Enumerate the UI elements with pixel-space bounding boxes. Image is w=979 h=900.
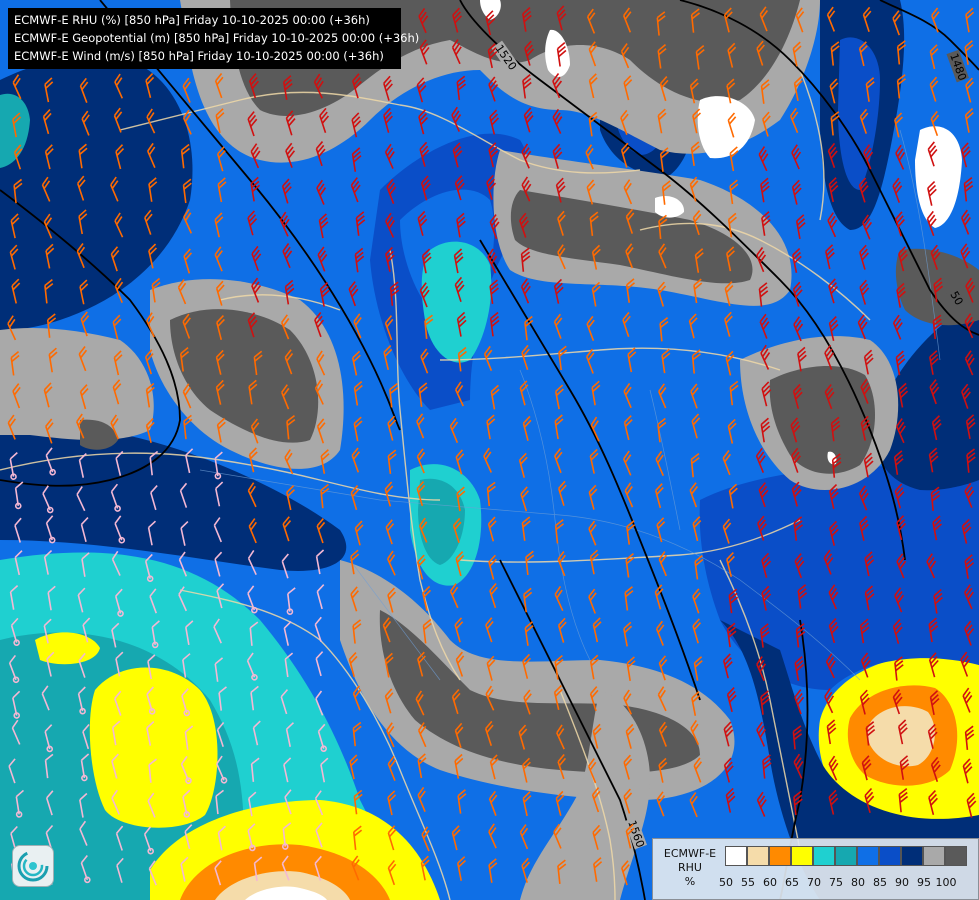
legend-swatch [923,846,945,866]
title-wind: ECMWF-E Wind (m/s) [850 hPa] Friday 10-1… [14,49,384,63]
color-legend: ECMWF-E RHU % 50 55 60 65 70 75 80 85 90 95 100 [652,838,979,900]
legend-model: ECMWF-E [663,847,717,860]
legend-tick-label: 50 [719,876,733,889]
ecmwf-swirl-icon [12,845,54,887]
legend-swatches [725,846,967,866]
legend-title: ECMWF-E RHU % [657,847,723,889]
legend-swatch [791,846,813,866]
legend-tick-label: 100 [935,876,957,889]
legend-swatch [747,846,769,866]
legend-tick-label: 95 [917,876,931,889]
legend-unit: % [684,875,696,888]
legend-swatch [813,846,835,866]
map-stage: 1520 1480 1560 50 ECMWF-E RHU (%) [850 h… [0,0,979,900]
map-title-box: ECMWF-E RHU (%) [850 hPa] Friday 10-10-2… [8,8,420,69]
legend-swatch [835,846,857,866]
legend-tick-label: 70 [807,876,821,889]
legend-tick-label: 65 [785,876,799,889]
title-geopotential: ECMWF-E Geopotential (m) [850 hPa] Frida… [14,31,420,45]
legend-swatch [725,846,747,866]
legend-swatch [945,846,967,866]
legend-variable: RHU [678,861,702,874]
legend-tick-label: 75 [829,876,843,889]
legend-swatch [857,846,879,866]
legend-tick-label: 90 [895,876,909,889]
legend-swatch [901,846,923,866]
legend-tick-label: 55 [741,876,755,889]
rhu-map: 1520 1480 1560 50 [0,0,979,900]
legend-swatch [769,846,791,866]
legend-tick-label: 60 [763,876,777,889]
title-rhu: ECMWF-E RHU (%) [850 hPa] Friday 10-10-2… [14,13,370,27]
legend-ticks: 50 55 60 65 70 75 80 85 90 95 100 [715,876,957,889]
legend-tick-label: 85 [873,876,887,889]
legend-tick-label: 80 [851,876,865,889]
legend-swatch [879,846,901,866]
